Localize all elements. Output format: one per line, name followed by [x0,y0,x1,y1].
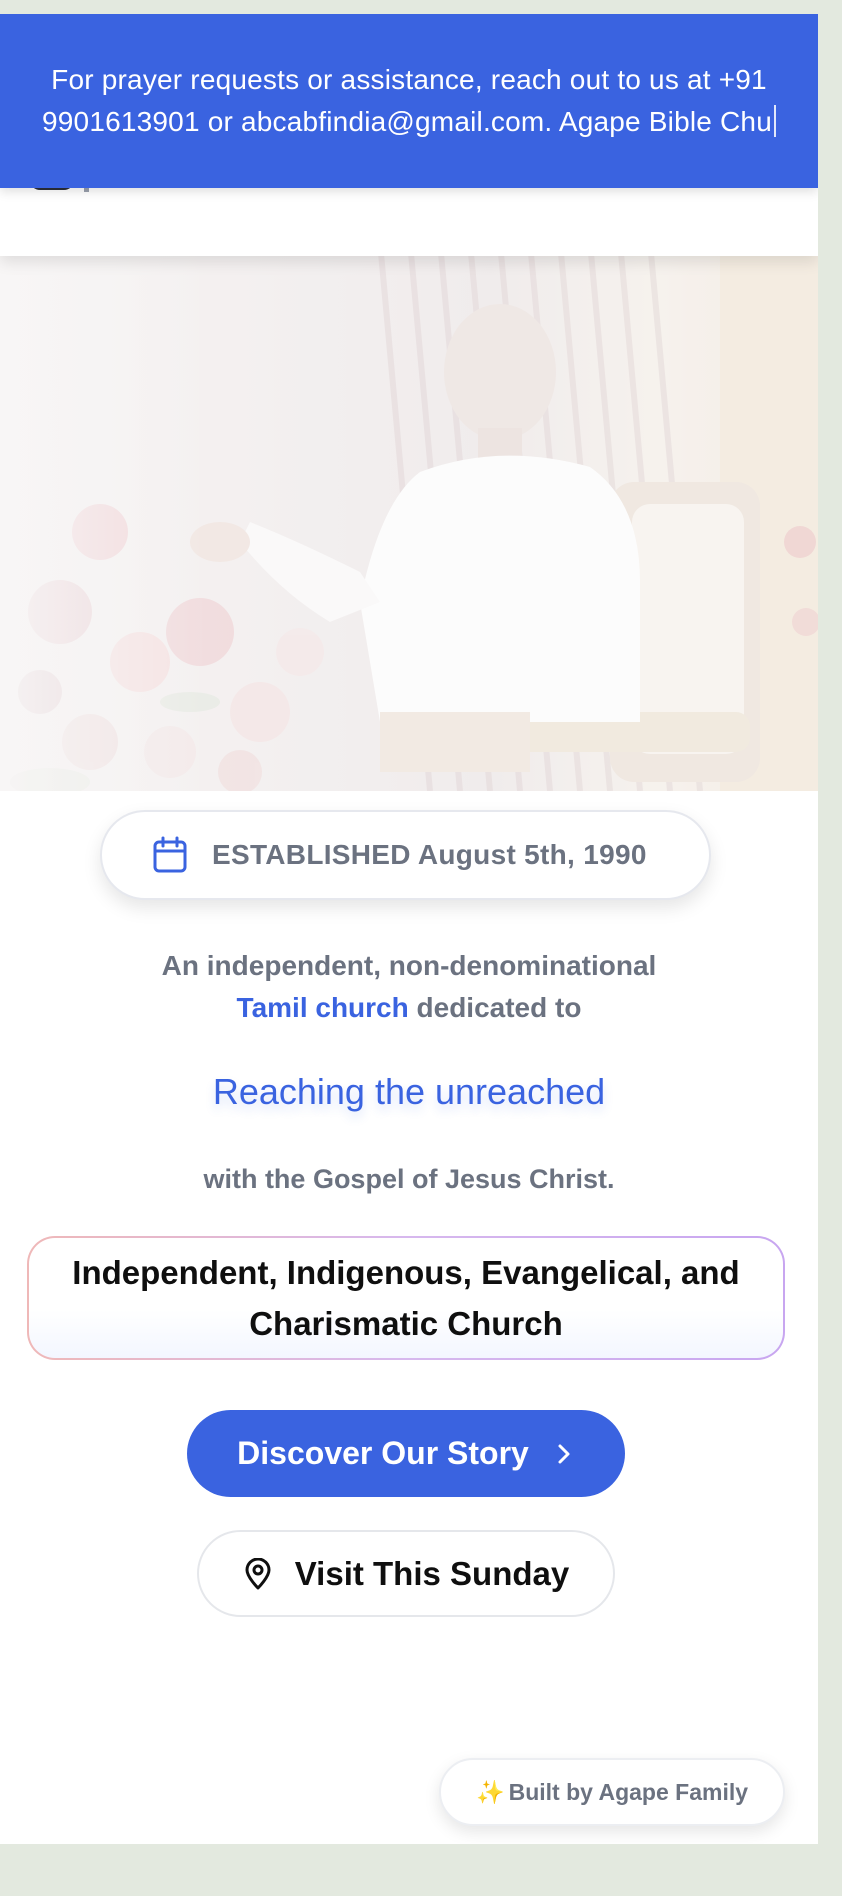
announcement-banner: For prayer requests or assistance, reach… [0,14,818,188]
discover-our-story-button[interactable]: Discover Our Story [187,1410,625,1497]
chevron-right-icon [558,1444,570,1463]
logo-text-fragment [84,188,89,192]
church-intro: An independent, non-denominational Tamil… [60,945,758,1029]
built-by-text: Built by Agape Family [508,1778,749,1805]
discover-button-label: Discover Our Story [237,1435,529,1471]
intro-line-2-rest: dedicated to [408,992,582,1023]
page: For prayer requests or assistance, reach… [0,14,818,1844]
visit-this-sunday-button[interactable]: Visit This Sunday [197,1530,615,1617]
church-identity-text: Independent, Indigenous, Evangelical, an… [29,1238,783,1358]
mission-tagline: Reaching the unreached [212,1071,606,1112]
sparkle-icon: ✨ [475,1778,505,1805]
text-cursor [773,105,776,137]
built-by-badge[interactable]: ✨ Built by Agape Family [439,1758,785,1826]
hero-image [0,242,818,791]
gospel-line: with the Gospel of Jesus Christ. [203,1164,615,1194]
calendar-icon [153,836,187,873]
church-identity-box: Independent, Indigenous, Evangelical, an… [27,1236,785,1360]
map-pin-icon [245,1557,271,1589]
intro-line-1: An independent, non-denominational [161,950,657,981]
visit-button-label: Visit This Sunday [294,1554,570,1592]
established-badge: ESTABLISHED August 5th, 1990 [100,810,711,900]
established-text: ESTABLISHED August 5th, 1990 [212,839,647,870]
announcement-text: For prayer requests or assistance, reach… [40,59,778,143]
tamil-church-highlight: Tamil church [236,992,409,1023]
preacher-photo [0,242,818,791]
intro-line-2: Tamil church dedicated to [60,987,758,1029]
